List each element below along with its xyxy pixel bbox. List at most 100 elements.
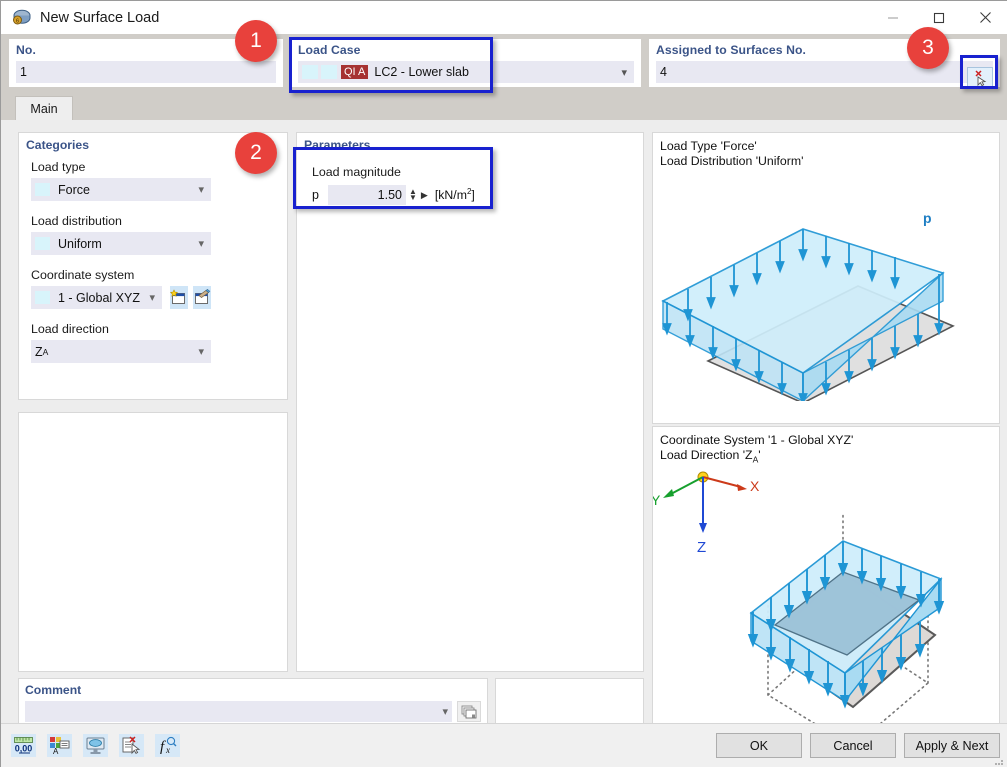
annotation-badge-3-number: 3 xyxy=(922,36,934,60)
edit-coordinate-system-button[interactable] xyxy=(193,286,211,309)
load-distribution-swatch xyxy=(35,237,50,250)
annotation-badge-1-number: 1 xyxy=(250,29,262,53)
load-direction-value: Z xyxy=(35,345,43,359)
close-button[interactable] xyxy=(962,1,1007,34)
load-preview-graphic: p xyxy=(653,161,999,406)
number-input[interactable]: 1 xyxy=(16,61,276,83)
tab-main[interactable]: Main xyxy=(15,96,73,120)
ok-button-label: OK xyxy=(750,739,768,753)
assigned-surfaces-value: 4 xyxy=(660,65,667,79)
svg-text:6: 6 xyxy=(15,19,18,25)
coordinate-preview-line1: Coordinate System '1 - Global XYZ' xyxy=(660,433,853,448)
units-decimal-places-button[interactable]: 0,00 xyxy=(11,734,36,757)
dialog-body: Categories Load type Force ▾ Load distri… xyxy=(1,120,1007,723)
load-direction-label: Load direction xyxy=(31,322,211,336)
load-type-swatch xyxy=(35,183,50,196)
chevron-down-icon: ▾ xyxy=(149,291,158,304)
new-coordinate-system-icon xyxy=(170,289,188,306)
footer-toolbar: 0,00 A xyxy=(11,734,180,757)
load-direction-group: Load direction ZA ▾ xyxy=(31,322,211,363)
window-title: New Surface Load xyxy=(40,10,159,26)
load-case-color-swatch-2 xyxy=(321,65,337,79)
assigned-surfaces-input[interactable]: 4 xyxy=(656,61,993,83)
formula-icon: f x xyxy=(157,736,178,755)
parameters-panel: Parameters Load magnitude p 1.50 ▲ ▼ ▶ [… xyxy=(296,132,644,672)
chevron-down-icon: ▾ xyxy=(198,345,207,358)
title-bar: 6 New Surface Load xyxy=(1,1,1007,34)
dialog-action-buttons: OK Cancel Apply & Next xyxy=(716,733,1000,758)
spinner-down-icon[interactable]: ▼ xyxy=(409,195,417,201)
formula-button[interactable]: f x xyxy=(155,734,180,757)
coordinate-system-combobox[interactable]: 1 - Global XYZ ▾ xyxy=(31,286,162,309)
svg-text:A: A xyxy=(53,747,59,755)
edit-coordinate-system-icon xyxy=(193,289,211,306)
deselect-button[interactable] xyxy=(119,734,144,757)
categories-title: Categories xyxy=(26,138,89,152)
load-magnitude-unit: [kN/m2] xyxy=(435,187,475,202)
coordinate-system-label: Coordinate system xyxy=(31,268,211,282)
assigned-surfaces-pick-button[interactable] xyxy=(967,67,993,89)
load-direction-combobox[interactable]: ZA ▾ xyxy=(31,340,211,363)
load-magnitude-symbol: p xyxy=(312,188,328,202)
load-direction-sub: A xyxy=(43,347,49,357)
visual-preview-button[interactable] xyxy=(83,734,108,757)
coordinate-system-group: Coordinate system 1 - Global XYZ ▾ xyxy=(31,268,211,309)
visual-preview-icon xyxy=(85,736,106,755)
apply-and-next-button-label: Apply & Next xyxy=(916,739,989,753)
load-preview-line1: Load Type 'Force' xyxy=(660,139,803,154)
coordinate-system-swatch xyxy=(35,291,50,304)
comment-label: Comment xyxy=(25,683,481,697)
load-type-combobox[interactable]: Force ▾ xyxy=(31,178,211,201)
chevron-down-icon: ▾ xyxy=(198,237,207,250)
tab-strip: Main xyxy=(1,92,1007,120)
svg-text:Z: Z xyxy=(697,539,706,556)
new-coordinate-system-button[interactable] xyxy=(170,286,188,309)
annotation-badge-1: 1 xyxy=(235,20,277,62)
load-magnitude-label: Load magnitude xyxy=(312,165,484,179)
deselect-icon xyxy=(121,736,142,755)
load-case-tag: QI A xyxy=(341,65,368,79)
load-distribution-value: Uniform xyxy=(58,237,102,251)
number-value: 1 xyxy=(20,65,27,79)
load-magnitude-value: 1.50 xyxy=(378,188,402,202)
spinner-arrows[interactable]: ▲ ▼ xyxy=(409,189,417,201)
load-preview-panel: Load Type 'Force' Load Distribution 'Uni… xyxy=(652,132,1000,424)
dialog-footer: 0,00 A xyxy=(1,723,1007,767)
svg-text:x: x xyxy=(165,745,170,755)
value-menu-arrow-icon[interactable]: ▶ xyxy=(421,190,428,201)
load-case-value: LC2 - Lower slab xyxy=(374,65,469,79)
categories-extra-panel xyxy=(18,412,288,672)
load-case-combobox[interactable]: QI A LC2 - Lower slab ▾ xyxy=(298,61,634,83)
apply-and-next-button[interactable]: Apply & Next xyxy=(904,733,1000,758)
chevron-down-icon: ▾ xyxy=(442,705,448,718)
cancel-button-label: Cancel xyxy=(833,739,872,753)
load-type-label: Load type xyxy=(31,160,211,174)
comment-library-button[interactable] xyxy=(457,701,481,722)
annotation-badge-2-number: 2 xyxy=(250,141,262,165)
cancel-button[interactable]: Cancel xyxy=(810,733,896,758)
resize-grip[interactable] xyxy=(993,754,1005,766)
new-surface-load-dialog: 6 New Surface Load No. 1 Load Case xyxy=(0,0,1007,767)
load-case-field-group: Load Case QI A LC2 - Lower slab ▾ xyxy=(291,39,641,87)
units-decimal-places-icon: 0,00 xyxy=(13,736,34,755)
coordinate-preview-panel: Coordinate System '1 - Global XYZ' Load … xyxy=(652,426,1000,767)
surface-load-icon: 6 xyxy=(11,8,31,28)
header-fields-strip: No. 1 Load Case QI A LC2 - Lower slab ▾ … xyxy=(1,34,1007,92)
ok-button[interactable]: OK xyxy=(716,733,802,758)
svg-text:Y: Y xyxy=(653,492,661,508)
load-distribution-combobox[interactable]: Uniform ▾ xyxy=(31,232,211,255)
minimize-button[interactable] xyxy=(870,1,916,34)
comment-extra-panel xyxy=(495,678,644,724)
load-type-value: Force xyxy=(58,183,90,197)
axis-triad-icon: X Y Z xyxy=(653,472,760,556)
load-magnitude-input[interactable]: 1.50 xyxy=(328,185,406,205)
display-properties-button[interactable]: A xyxy=(47,734,72,757)
comment-input[interactable]: ▾ xyxy=(25,701,452,722)
chevron-down-icon: ▾ xyxy=(621,66,630,79)
load-symbol-label: p xyxy=(923,210,932,226)
load-distribution-label: Load distribution xyxy=(31,214,211,228)
load-type-group: Load type Force ▾ xyxy=(31,160,211,201)
coordinate-system-value: 1 - Global XYZ xyxy=(58,291,140,305)
svg-text:0,00: 0,00 xyxy=(15,744,33,754)
comment-panel: Comment ▾ xyxy=(18,678,488,724)
